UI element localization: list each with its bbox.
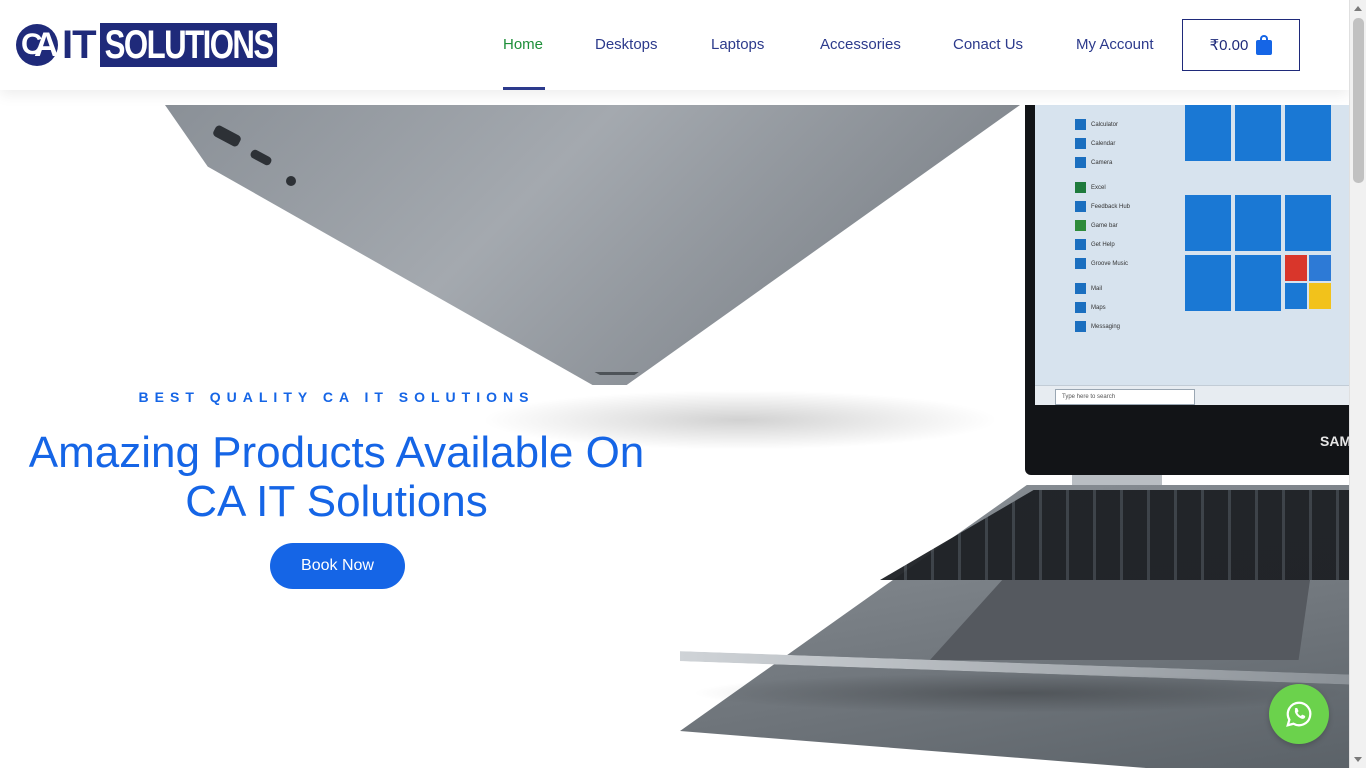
start-app: Game bar — [1075, 216, 1195, 235]
nav-desktops[interactable]: Desktops — [595, 36, 658, 54]
hero-headline-line2: CA IT Solutions — [185, 477, 488, 526]
start-menu-list: Calculator Calendar Camera Excel Feedbac… — [1075, 115, 1195, 336]
start-app: Mail — [1075, 279, 1195, 298]
start-app: Messaging — [1075, 317, 1195, 336]
laptop-brand: SAM — [1320, 433, 1349, 449]
start-app: Calculator — [1075, 115, 1195, 134]
nav-laptops[interactable]: Laptops — [711, 36, 764, 54]
start-app: Maps — [1075, 298, 1195, 317]
laptop-image: Calculator Calendar Camera Excel Feedbac… — [680, 105, 1349, 768]
scroll-thumb[interactable] — [1353, 18, 1364, 183]
start-app: Camera — [1075, 153, 1195, 172]
windows-taskbar: Type here to search — [1035, 385, 1349, 405]
start-app: Feedback Hub — [1075, 197, 1195, 216]
hero-banner: Calculator Calendar Camera Excel Feedbac… — [0, 90, 1349, 768]
start-app: Groove Music — [1075, 254, 1195, 273]
cart-button[interactable]: ₹0.00 — [1182, 19, 1300, 71]
hero-eyebrow: BEST QUALITY CA IT SOLUTIONS — [138, 389, 535, 405]
nav-accessories[interactable]: Accessories — [820, 36, 901, 54]
laptop-keyboard — [880, 490, 1349, 580]
start-app: Get Help — [1075, 235, 1195, 254]
shopping-bag-icon — [1256, 35, 1273, 55]
nav-my-account[interactable]: My Account — [1076, 36, 1154, 54]
whatsapp-button[interactable] — [1269, 684, 1329, 744]
site-logo[interactable]: C A IT SOLUTIONS — [16, 23, 327, 67]
taskbar-search: Type here to search — [1055, 389, 1195, 405]
hero-headline: Amazing Products Available On CA IT Solu… — [0, 428, 673, 526]
logo-solutions-text: SOLUTIONS — [99, 23, 277, 67]
logo-mark: C A — [16, 24, 59, 66]
nav-contact-us[interactable]: Conact Us — [953, 36, 1023, 54]
start-app: Calendar — [1075, 134, 1195, 153]
laptop-port — [286, 176, 296, 186]
nav-home[interactable]: Home — [503, 36, 543, 54]
site-header: C A IT SOLUTIONS Home Desktops Laptops A… — [0, 0, 1349, 90]
book-now-button[interactable]: Book Now — [270, 543, 405, 589]
laptop-shadow — [690, 673, 1349, 713]
cart-total: ₹0.00 — [1209, 37, 1249, 54]
laptop-screen: Calculator Calendar Camera Excel Feedbac… — [1035, 105, 1349, 405]
start-app: Excel — [1075, 178, 1195, 197]
whatsapp-icon — [1286, 701, 1312, 727]
page-scrollbar[interactable] — [1349, 0, 1366, 768]
scroll-up-arrow-icon[interactable] — [1354, 6, 1362, 11]
scroll-down-arrow-icon[interactable] — [1354, 757, 1362, 762]
logo-mark-a: A — [34, 26, 59, 64]
active-nav-indicator — [503, 87, 545, 90]
hero-headline-line1: Amazing Products Available On — [28, 428, 645, 477]
logo-it-text: IT — [62, 23, 97, 67]
